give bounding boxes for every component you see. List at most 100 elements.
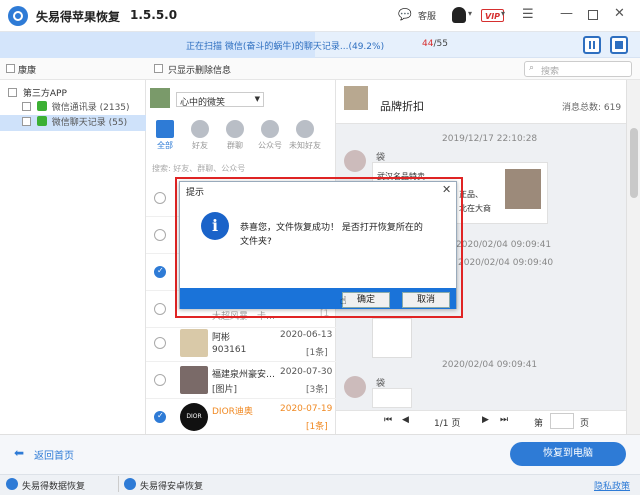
person-icon bbox=[191, 120, 209, 138]
cancel-button[interactable]: 取消 bbox=[402, 292, 450, 308]
menu-icon[interactable]: ☰ bbox=[522, 7, 534, 22]
mouse-cursor-icon: ☝ bbox=[340, 294, 347, 307]
row-radio[interactable] bbox=[154, 337, 166, 349]
scrollbar-thumb[interactable] bbox=[630, 128, 638, 198]
contact-count: [1条] bbox=[306, 422, 328, 432]
contact-name: 阿彬 bbox=[212, 333, 231, 343]
message-image[interactable] bbox=[505, 169, 541, 209]
back-arrow-icon[interactable]: ⬅ bbox=[14, 446, 24, 460]
contact-name: 福建泉州豪安… bbox=[212, 370, 276, 380]
app-title: 失易得苹果恢复 bbox=[36, 10, 121, 24]
minimize-icon[interactable]: — bbox=[560, 6, 573, 21]
row-radio-checked[interactable] bbox=[154, 266, 166, 278]
tab-label: 好友 bbox=[192, 141, 208, 150]
goto-label: 第 bbox=[534, 419, 544, 429]
wechat-icon bbox=[36, 101, 47, 111]
row-radio[interactable] bbox=[154, 192, 166, 204]
tab-all[interactable]: 全部 bbox=[148, 120, 182, 151]
scrollbar[interactable] bbox=[626, 80, 640, 434]
avatar bbox=[344, 150, 366, 172]
chat-timestamp: 2020/02/04 09:09:41 bbox=[442, 360, 538, 370]
tab-groups[interactable]: 群聊 bbox=[218, 120, 252, 151]
grid-icon bbox=[156, 120, 174, 138]
chat-timestamp: 2020/02/04 09:09:41 bbox=[456, 240, 552, 250]
chat-title: 品牌折扣 bbox=[380, 100, 424, 113]
left-tree-panel bbox=[0, 80, 146, 434]
deleted-only-checkbox[interactable] bbox=[154, 64, 163, 73]
contact-date: 2020-06-13 bbox=[280, 330, 333, 340]
android-recovery-link[interactable]: 失易得安卓恢复 bbox=[140, 479, 203, 492]
message-bubble[interactable] bbox=[372, 388, 412, 408]
tab-official-accounts[interactable]: 公众号 bbox=[253, 120, 287, 151]
service-button[interactable]: 客服 bbox=[418, 9, 436, 22]
divider bbox=[118, 476, 119, 492]
bubble-text: 北在大商 bbox=[459, 204, 491, 213]
search-placeholder: 搜索 bbox=[541, 67, 560, 77]
recover-to-pc-button[interactable]: 恢复到电脑 bbox=[510, 442, 626, 466]
contact-name: DIOR迪奥 bbox=[212, 407, 253, 417]
select-all-checkbox[interactable] bbox=[6, 64, 15, 73]
tree-item-wechat-chats[interactable]: 微信聊天记录 (55) bbox=[0, 115, 146, 131]
pause-button[interactable] bbox=[583, 36, 601, 54]
tree-root-checkbox[interactable] bbox=[8, 88, 17, 97]
scan-progress-text: 正在扫描 微信(奋斗的蜗牛)的聊天记录...(49.2%) bbox=[186, 42, 385, 52]
search-input[interactable]: ⌕ 搜索 bbox=[524, 61, 632, 77]
privacy-policy-link[interactable]: 隐私政策 bbox=[594, 479, 630, 492]
prev-page-icon[interactable]: ◀ bbox=[402, 415, 409, 425]
data-recovery-link[interactable]: 失易得数据恢复 bbox=[22, 479, 85, 492]
contact-last-message: 903161 bbox=[212, 345, 247, 355]
tab-unknown-friends[interactable]: 未知好友 bbox=[288, 120, 322, 151]
ok-button[interactable]: 确定 bbox=[342, 292, 390, 308]
maximize-icon[interactable] bbox=[588, 10, 598, 20]
avatar bbox=[180, 366, 208, 394]
tab-friends[interactable]: 好友 bbox=[183, 120, 217, 151]
row-radio[interactable] bbox=[154, 229, 166, 241]
app-logo-icon bbox=[8, 6, 28, 26]
official-account-icon bbox=[261, 120, 279, 138]
vip-chevron-down-icon[interactable]: ▾ bbox=[501, 9, 505, 18]
dialog-message-line2: 文件夹? bbox=[240, 237, 272, 247]
tab-label: 群聊 bbox=[227, 141, 243, 150]
dialog-message: 恭喜您，文件恢复成功！ 是否打开恢复所在的 bbox=[240, 223, 423, 233]
list-item[interactable]: 福建泉州豪安… 2020-07-30 [图片] [3条] bbox=[146, 362, 336, 399]
message-total: 消息总数: 619 bbox=[562, 103, 622, 113]
list-item[interactable]: 阿彬 2020-06-13 903161 [1条] bbox=[146, 325, 336, 362]
account-select[interactable]: 心中的微笑 ▼ bbox=[176, 92, 264, 108]
page-suffix: 页 bbox=[580, 419, 590, 429]
left-column-header: 康康 bbox=[0, 58, 146, 80]
tab-label: 公众号 bbox=[258, 141, 282, 150]
group-icon bbox=[226, 120, 244, 138]
scan-progress-count: 44/55 bbox=[422, 39, 448, 49]
stop-button[interactable] bbox=[610, 36, 628, 54]
avatar bbox=[344, 376, 366, 398]
search-icon: ⌕ bbox=[529, 63, 535, 73]
device-name: 康康 bbox=[18, 66, 37, 76]
contact-search-hint[interactable]: 搜索: 好友、群聊、公众号 bbox=[152, 163, 245, 174]
chevron-down-icon[interactable]: ▾ bbox=[468, 9, 472, 18]
row-radio-checked[interactable] bbox=[154, 411, 166, 423]
close-icon[interactable]: ✕ bbox=[614, 6, 625, 21]
dialog-close-icon[interactable]: ✕ bbox=[442, 183, 451, 196]
message-image[interactable] bbox=[372, 318, 412, 358]
last-page-icon[interactable]: ⏭ bbox=[500, 415, 508, 425]
account-avatar bbox=[150, 88, 170, 108]
row-radio[interactable] bbox=[154, 303, 166, 315]
next-page-icon[interactable]: ▶ bbox=[482, 415, 489, 425]
back-home-button[interactable]: 返回首页 bbox=[34, 447, 74, 462]
dialog-title: 提示 bbox=[186, 188, 205, 198]
penguin-icon[interactable] bbox=[452, 7, 466, 23]
page-input[interactable] bbox=[550, 413, 574, 429]
unknown-person-icon bbox=[296, 120, 314, 138]
mid-column-header: 只显示删除信息 ⌕ 搜索 bbox=[146, 58, 640, 80]
contact-count: [3条] bbox=[306, 385, 328, 395]
tree-item-checkbox[interactable] bbox=[22, 117, 31, 126]
row-radio[interactable] bbox=[154, 374, 166, 386]
list-item[interactable]: DIOR DIOR迪奥 2020-07-19 [1条] bbox=[146, 399, 336, 436]
tree-item-checkbox[interactable] bbox=[22, 102, 31, 111]
account-name: 心中的微笑 bbox=[180, 98, 226, 108]
first-page-icon[interactable]: ⏮ bbox=[384, 415, 392, 425]
tree-item-wechat-contacts[interactable]: 微信通讯录 (2135) bbox=[0, 100, 146, 116]
chat-bubble-icon[interactable]: 💬 bbox=[398, 8, 412, 21]
tab-label: 全部 bbox=[157, 141, 173, 150]
app-version: 1.5.5.0 bbox=[130, 8, 178, 22]
